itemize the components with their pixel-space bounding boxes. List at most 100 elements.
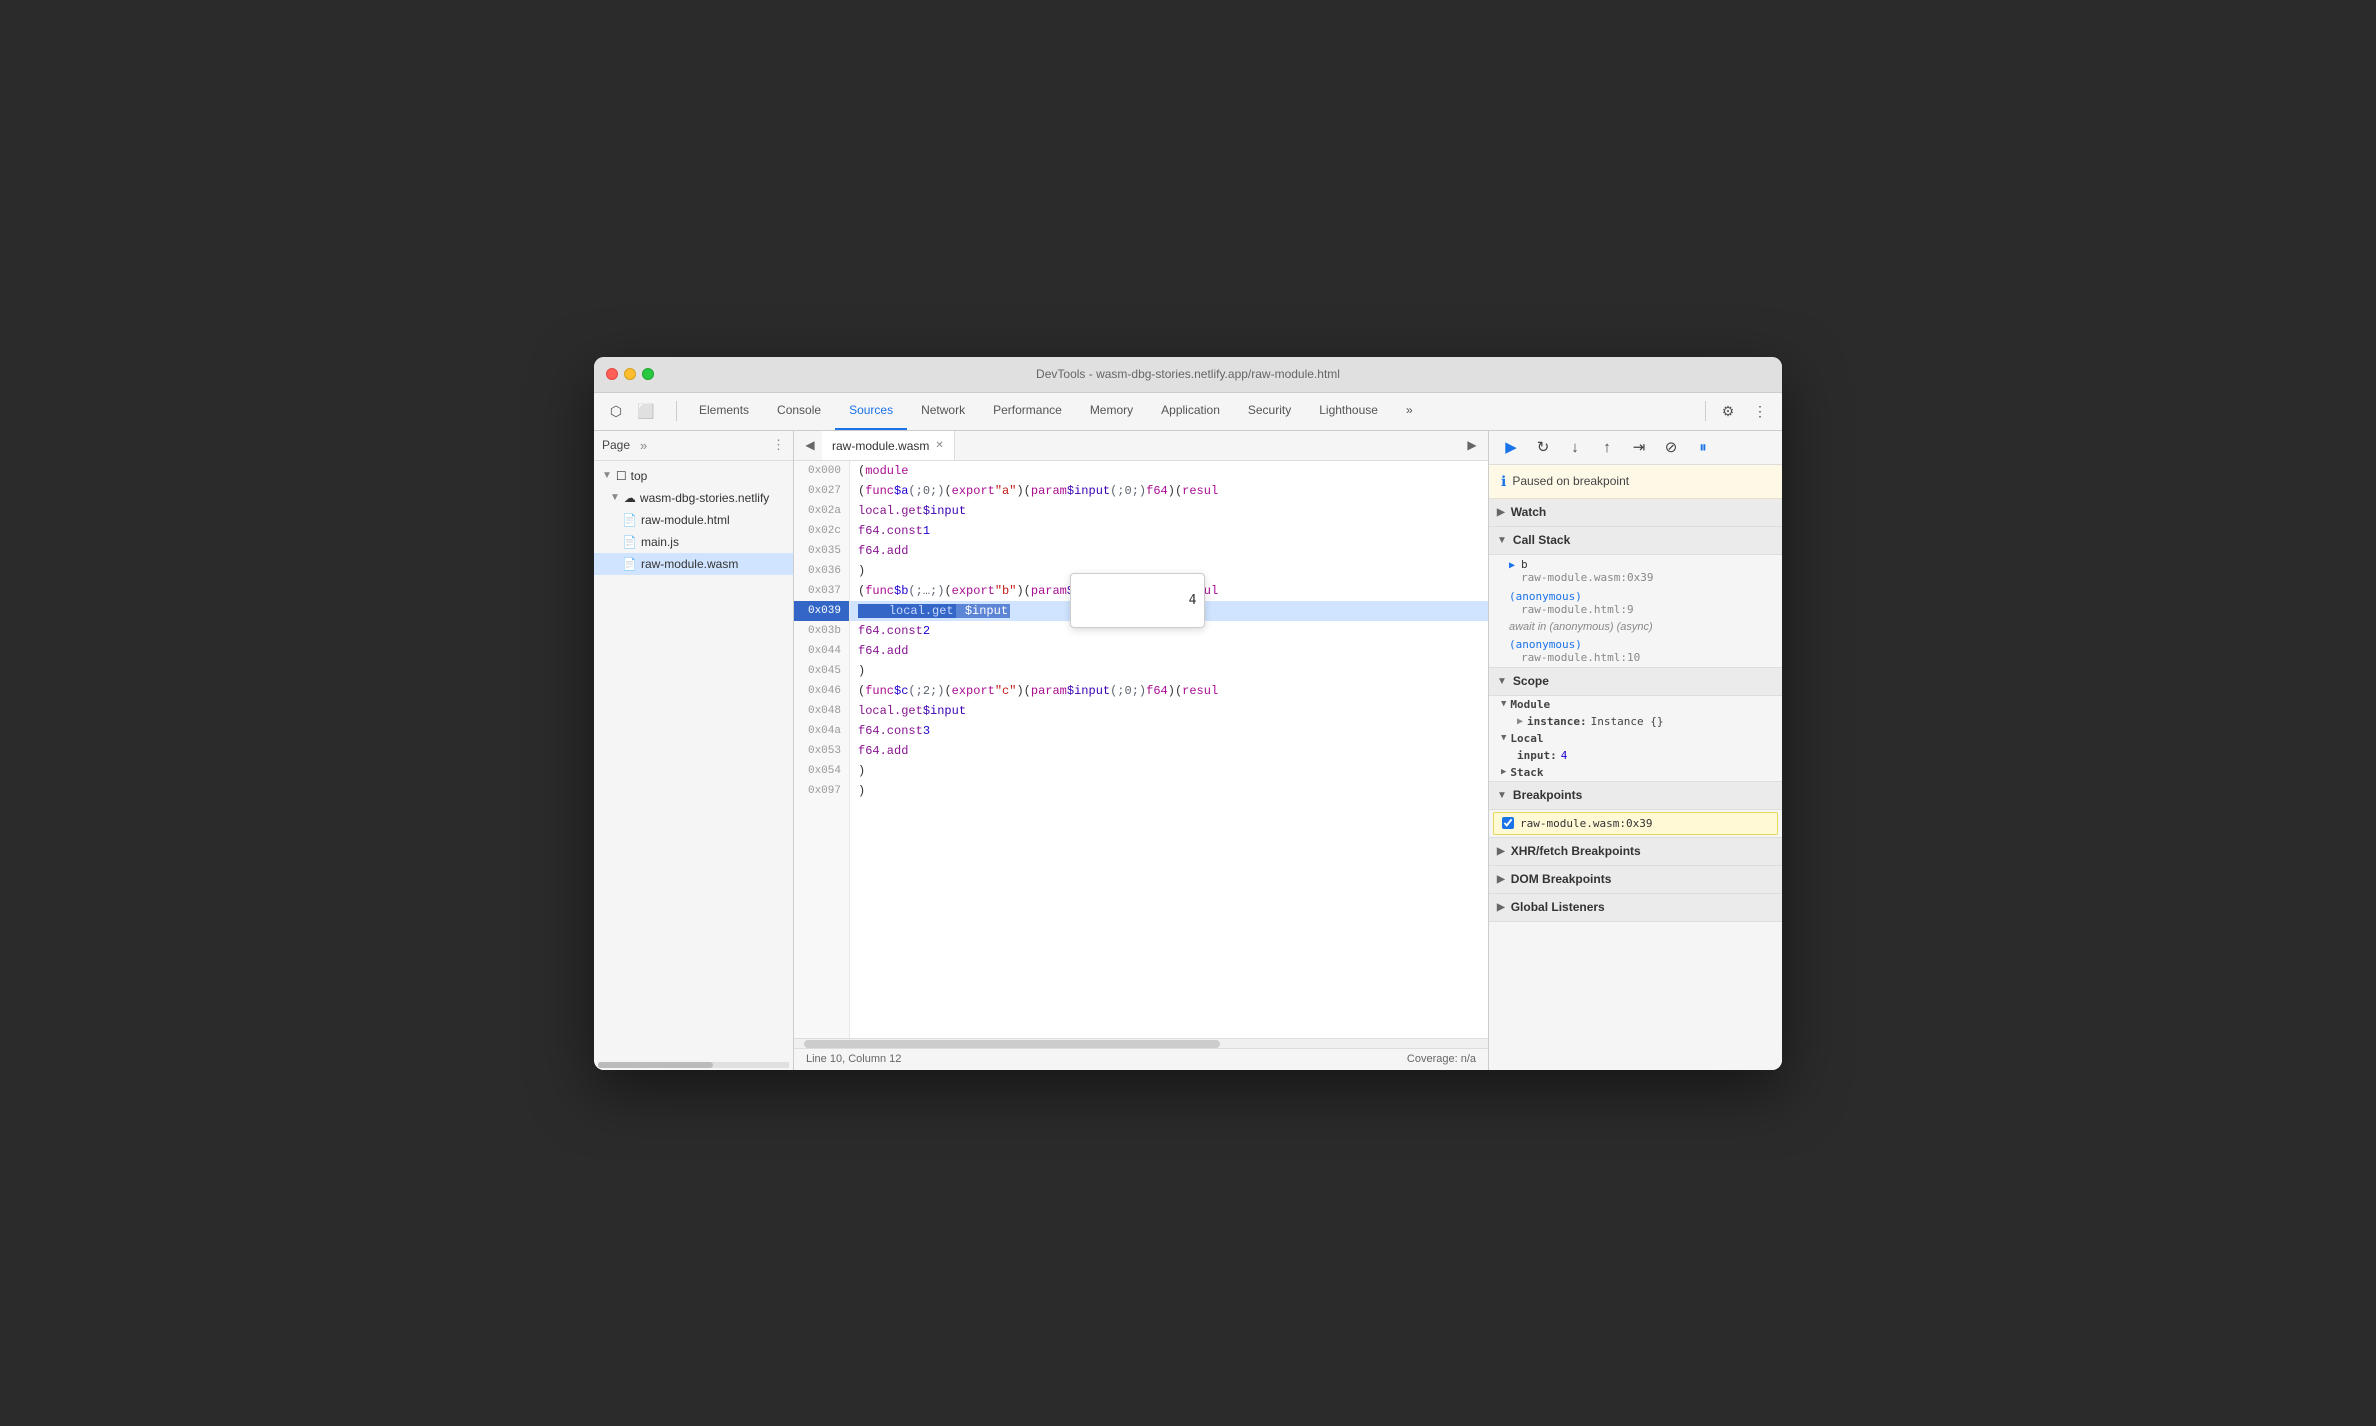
global-listeners-header[interactable]: ▶ Global Listeners: [1489, 894, 1782, 922]
tab-security[interactable]: Security: [1234, 392, 1305, 430]
step-over-btn[interactable]: ↻: [1529, 433, 1557, 461]
editor-tab-nav-left[interactable]: ◀: [798, 433, 822, 457]
editor-status: Line 10, Column 12 Coverage: n/a: [794, 1048, 1488, 1070]
editor-play-btn[interactable]: ▶: [1460, 433, 1484, 457]
global-label: Global Listeners: [1511, 900, 1605, 914]
breakpoint-checkbox-1[interactable]: [1502, 817, 1514, 829]
call-stack-loc-b: raw-module.wasm:0x39: [1509, 571, 1770, 584]
editor-scrollbar-h[interactable]: [794, 1038, 1488, 1048]
tab-memory[interactable]: Memory: [1076, 392, 1147, 430]
toolbar-divider-2: [1705, 401, 1706, 421]
editor-tab-wasm[interactable]: raw-module.wasm ✕: [822, 431, 955, 461]
global-arrow: ▶: [1497, 902, 1505, 913]
main-toolbar: ⬡ ⬜ Elements Console Sources Network Per…: [594, 393, 1782, 431]
ln-1[interactable]: 0x000: [794, 461, 849, 481]
scope-stack-header[interactable]: ▶ Stack: [1489, 764, 1782, 781]
paused-message: Paused on breakpoint: [1512, 474, 1629, 488]
breakpoints-header[interactable]: ▼ Breakpoints: [1489, 782, 1782, 810]
tree-label-wasm: raw-module.wasm: [641, 557, 738, 571]
code-line-11: ): [850, 661, 1488, 681]
file-icon-js: 📄: [622, 535, 637, 549]
tree-item-js[interactable]: 📄 main.js: [594, 531, 793, 553]
tab-more[interactable]: »: [1392, 392, 1427, 430]
maximize-button[interactable]: [642, 368, 654, 380]
page-label: Page: [602, 438, 630, 452]
tab-performance[interactable]: Performance: [979, 392, 1076, 430]
scope-module-header[interactable]: ▼ Module: [1489, 696, 1782, 713]
call-stack-loc-anon1: raw-module.html:9: [1509, 603, 1770, 616]
ln-17[interactable]: 0x097: [794, 781, 849, 801]
more-icon[interactable]: ⋮: [1746, 397, 1774, 425]
tree-item-wasm[interactable]: 📄 raw-module.wasm: [594, 553, 793, 575]
close-button[interactable]: [606, 368, 618, 380]
device-icon[interactable]: ⬜: [632, 397, 660, 425]
tree-item-html[interactable]: 📄 raw-module.html: [594, 509, 793, 531]
debugger-panel: ▶ ↻ ↓ ↑ ⇥ ⊘ ⏸ ℹ Paused on breakpoint ▶ W…: [1488, 431, 1782, 1070]
tab-application[interactable]: Application: [1147, 392, 1234, 430]
editor-tabs: ◀ raw-module.wasm ✕ ▶: [794, 431, 1488, 461]
scope-local-header[interactable]: ▼ Local: [1489, 730, 1782, 747]
pause-btn[interactable]: ⏸: [1689, 433, 1717, 461]
cloud-icon: ☁: [624, 491, 636, 505]
call-stack-header[interactable]: ▼ Call Stack: [1489, 527, 1782, 555]
dom-breakpoints-header[interactable]: ▶ DOM Breakpoints: [1489, 866, 1782, 894]
settings-icon[interactable]: ⚙: [1714, 397, 1742, 425]
scope-module-instance[interactable]: ▶ instance: Instance {}: [1489, 713, 1782, 730]
ln-2[interactable]: 0x027: [794, 481, 849, 501]
tab-network[interactable]: Network: [907, 392, 979, 430]
code-line-14: f64.const 3: [850, 721, 1488, 741]
call-stack-item-anon2[interactable]: (anonymous) raw-module.html:10: [1489, 635, 1782, 667]
ln-6[interactable]: 0x036: [794, 561, 849, 581]
tab-lighthouse[interactable]: Lighthouse: [1305, 392, 1392, 430]
ln-14[interactable]: 0x04a: [794, 721, 849, 741]
resume-btn[interactable]: ▶: [1497, 433, 1525, 461]
step-btn[interactable]: ⇥: [1625, 433, 1653, 461]
breakpoint-item-1[interactable]: raw-module.wasm:0x39: [1493, 812, 1778, 835]
file-panel-more[interactable]: »: [640, 438, 647, 453]
deactivate-btn[interactable]: ⊘: [1657, 433, 1685, 461]
step-into-btn[interactable]: ↓: [1561, 433, 1589, 461]
tree-label-top: top: [631, 469, 648, 483]
ln-10[interactable]: 0x044: [794, 641, 849, 661]
ln-8[interactable]: 0x039: [794, 601, 849, 621]
editor-tab-close[interactable]: ✕: [935, 440, 943, 451]
tab-elements[interactable]: Elements: [685, 392, 763, 430]
ln-12[interactable]: 0x046: [794, 681, 849, 701]
tab-console[interactable]: Console: [763, 392, 835, 430]
dom-arrow: ▶: [1497, 874, 1505, 885]
ln-11[interactable]: 0x045: [794, 661, 849, 681]
status-coverage: Coverage: n/a: [1407, 1053, 1476, 1065]
ln-4[interactable]: 0x02c: [794, 521, 849, 541]
scope-arrow: ▼: [1497, 676, 1507, 687]
ln-16[interactable]: 0x054: [794, 761, 849, 781]
minimize-button[interactable]: [624, 368, 636, 380]
scope-instance-arrow[interactable]: ▶: [1517, 716, 1523, 727]
xhr-label: XHR/fetch Breakpoints: [1511, 844, 1641, 858]
ln-9[interactable]: 0x03b: [794, 621, 849, 641]
xhr-breakpoints-header[interactable]: ▶ XHR/fetch Breakpoints: [1489, 838, 1782, 866]
ln-15[interactable]: 0x053: [794, 741, 849, 761]
editor-scrollbar-thumb: [804, 1040, 1220, 1048]
tree-item-domain[interactable]: ▼ ☁ wasm-dbg-stories.netlify: [594, 487, 793, 509]
window-title: DevTools - wasm-dbg-stories.netlify.app/…: [1036, 367, 1340, 381]
cursor-icon[interactable]: ⬡: [602, 397, 630, 425]
code-line-5: f64.add: [850, 541, 1488, 561]
scope-content: ▼ Module ▶ instance: Instance {} ▼ Local…: [1489, 696, 1782, 782]
ln-7[interactable]: 0x037: [794, 581, 849, 601]
tab-sources[interactable]: Sources: [835, 392, 907, 430]
code-line-3: local.get $input: [850, 501, 1488, 521]
ln-3[interactable]: 0x02a: [794, 501, 849, 521]
call-stack-item-b[interactable]: b raw-module.wasm:0x39: [1489, 555, 1782, 587]
file-panel-menu[interactable]: ⋮: [772, 437, 785, 453]
ln-5[interactable]: 0x035: [794, 541, 849, 561]
ln-13[interactable]: 0x048: [794, 701, 849, 721]
file-panel-scrollbar[interactable]: [598, 1062, 789, 1068]
watch-header[interactable]: ▶ Watch: [1489, 499, 1782, 527]
code-area[interactable]: (module (func $a (;0;) (export "a") (par…: [850, 461, 1488, 1038]
line-numbers: 0x000 0x027 0x02a 0x02c 0x035 0x036 0x03…: [794, 461, 850, 1038]
step-out-btn[interactable]: ↑: [1593, 433, 1621, 461]
scope-header[interactable]: ▼ Scope: [1489, 668, 1782, 696]
call-stack-item-anon1[interactable]: (anonymous) raw-module.html:9: [1489, 587, 1782, 619]
code-line-17: ): [850, 781, 1488, 801]
tree-item-top[interactable]: ▼ ☐ top: [594, 465, 793, 487]
